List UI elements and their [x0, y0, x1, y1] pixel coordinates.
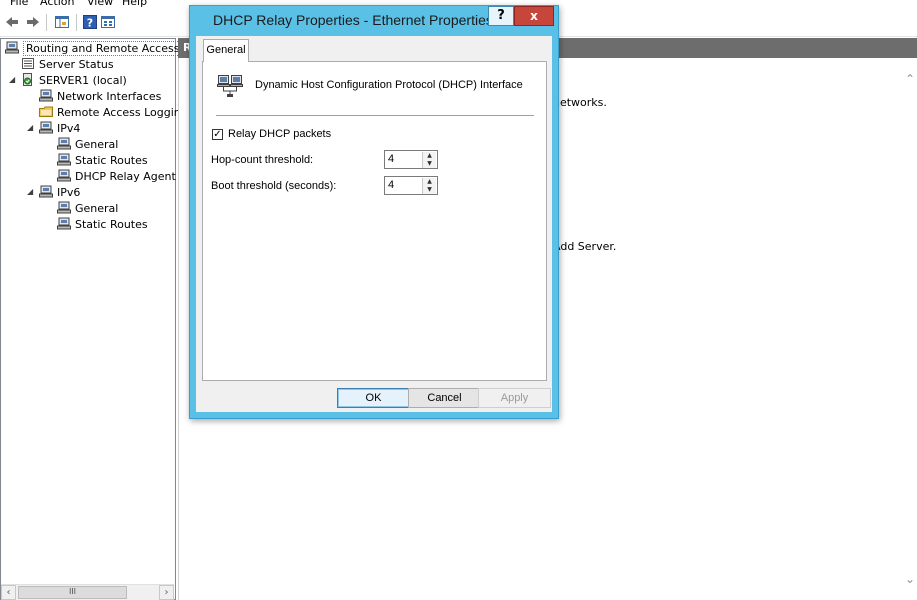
tree-item-label: General	[75, 138, 119, 151]
hop-count-label: Hop-count threshold:	[211, 154, 314, 166]
tree-item-ipv4[interactable]: IPv4	[39, 121, 80, 137]
network-icon	[39, 89, 53, 102]
svg-text:?: ?	[87, 17, 93, 30]
relay-dhcp-label: Relay DHCP packets	[228, 128, 332, 140]
tree-item-label: DHCP Relay Agent	[75, 170, 176, 183]
network-icon	[39, 121, 53, 134]
tree-item-server1[interactable]: SERVER1 (local)	[21, 73, 127, 89]
tree-item-label: General	[75, 202, 119, 215]
back-arrow-icon[interactable]	[4, 14, 20, 30]
network-icon	[57, 137, 71, 150]
boot-threshold-spinner[interactable]: 4 ▲ ▼	[384, 176, 438, 195]
network-icon	[57, 169, 71, 182]
tree-item-label: Static Routes	[75, 218, 148, 231]
console-tree: Routing and Remote Access Server Status …	[0, 38, 188, 600]
tree-item-label: IPv6	[57, 186, 81, 199]
forward-arrow-icon[interactable]	[25, 14, 41, 30]
tree-item-network-interfaces[interactable]: Network Interfaces	[39, 89, 161, 105]
help-icon[interactable]: ?	[82, 14, 98, 30]
interface-description: Dynamic Host Configuration Protocol (DHC…	[255, 79, 523, 91]
scrollbar-thumb[interactable]: III	[18, 586, 127, 599]
apply-button[interactable]: Apply	[478, 388, 551, 408]
ok-button[interactable]: OK	[337, 388, 410, 408]
menu-action[interactable]: Action	[40, 0, 74, 8]
menu-view[interactable]: View	[87, 0, 113, 8]
collapse-arrow-icon[interactable]: ◢	[27, 123, 35, 132]
folder-icon	[39, 105, 53, 118]
menu-help[interactable]: Help	[122, 0, 147, 8]
toolbar-separator	[46, 14, 47, 31]
tree-item-remote-access-logging[interactable]: Remote Access Logging	[39, 105, 188, 121]
tree-horizontal-scrollbar[interactable]: ‹ III ›	[1, 584, 174, 600]
tree-item-server-status[interactable]: Server Status	[21, 57, 114, 73]
scroll-up-icon[interactable]: ⌃	[905, 72, 915, 86]
scroll-left-icon[interactable]: ‹	[1, 585, 16, 600]
tab-panel-general: Dynamic Host Configuration Protocol (DHC…	[202, 61, 547, 381]
boot-threshold-label: Boot threshold (seconds):	[211, 180, 337, 192]
tree-item-label: IPv4	[57, 122, 81, 135]
relay-dhcp-checkbox[interactable]: ✓	[212, 129, 223, 140]
tree-item-ipv6-static-routes[interactable]: Static Routes	[57, 217, 148, 233]
tree-item-dhcp-relay-agent[interactable]: DHCP Relay Agent	[57, 169, 176, 185]
spin-down-icon[interactable]: ▼	[422, 186, 436, 194]
menu-file[interactable]: File	[10, 0, 28, 8]
spin-up-icon[interactable]: ▲	[422, 152, 436, 160]
separator-line	[216, 115, 534, 117]
results-text-fragment: networks.	[553, 96, 607, 109]
network-icon	[57, 153, 71, 166]
cancel-button[interactable]: Cancel	[408, 388, 481, 408]
tree-item-ipv4-static-routes[interactable]: Static Routes	[57, 153, 148, 169]
server-icon	[21, 73, 35, 86]
spin-up-icon[interactable]: ▲	[422, 178, 436, 186]
collapse-arrow-icon[interactable]: ◢	[27, 187, 35, 196]
boot-threshold-value: 4	[388, 179, 395, 191]
hop-count-spinner[interactable]: 4 ▲ ▼	[384, 150, 438, 169]
dialog-body: General Dynamic Host Configuration Proto…	[196, 36, 552, 412]
tab-general[interactable]: General	[203, 39, 249, 62]
toolbar-separator	[76, 14, 77, 31]
scroll-right-icon[interactable]: ›	[159, 585, 174, 600]
tree-item-ipv6-general[interactable]: General	[57, 201, 118, 217]
tree-item-label: Network Interfaces	[57, 90, 162, 103]
network-icon	[57, 217, 71, 230]
tree-item-ipv6[interactable]: IPv6	[39, 185, 80, 201]
hop-count-value: 4	[388, 153, 395, 165]
tree-item-label: SERVER1 (local)	[39, 74, 127, 87]
close-button[interactable]: x	[514, 6, 554, 26]
show-hide-tree-icon[interactable]	[54, 14, 70, 30]
scroll-down-icon[interactable]: ⌄	[905, 572, 915, 586]
results-text-fragment: Add Server.	[553, 240, 617, 253]
tree-item-label: Static Routes	[75, 154, 148, 167]
tree-item-label: Routing and Remote Access	[23, 41, 183, 56]
rras-icon	[5, 41, 19, 54]
tree-item-label: Remote Access Logging	[57, 106, 188, 119]
console-view-icon[interactable]	[100, 14, 116, 30]
help-button[interactable]: ?	[488, 6, 514, 26]
spin-down-icon[interactable]: ▼	[422, 160, 436, 168]
collapse-arrow-icon[interactable]: ◢	[9, 75, 17, 84]
dhcp-interface-icon	[217, 74, 245, 98]
dialog-title: DHCP Relay Properties - Ethernet Propert…	[213, 12, 493, 28]
server-status-icon	[21, 57, 35, 70]
dhcp-relay-properties-dialog: DHCP Relay Properties - Ethernet Propert…	[189, 5, 559, 419]
network-icon	[57, 201, 71, 214]
network-icon	[39, 185, 53, 198]
tree-item-label: Server Status	[39, 58, 114, 71]
tree-item-ipv4-general[interactable]: General	[57, 137, 118, 153]
tree-item-routing-and-remote-access[interactable]: Routing and Remote Access	[5, 41, 183, 57]
